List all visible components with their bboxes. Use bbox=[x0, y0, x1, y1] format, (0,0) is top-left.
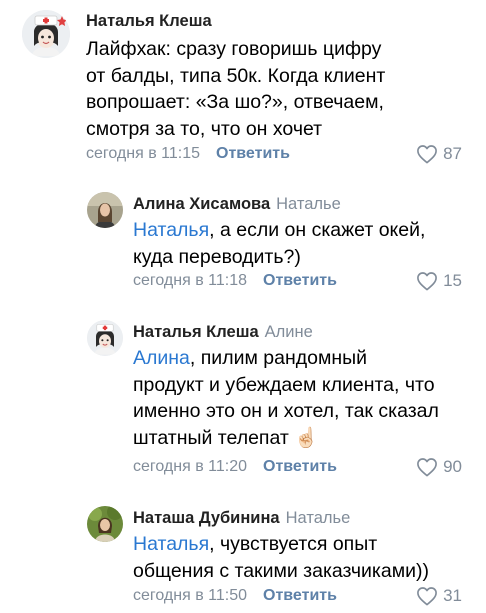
like-count: 90 bbox=[443, 457, 462, 476]
author-line: Наталья Клеша bbox=[86, 12, 212, 31]
author-name[interactable]: Наталья Клеша bbox=[86, 12, 212, 30]
comment-text: Наталья, чувствуется опыт общения с таки… bbox=[133, 531, 429, 584]
timestamp[interactable]: сегодня в 11:18 bbox=[133, 272, 247, 290]
mention-link[interactable]: Наталья bbox=[133, 533, 209, 555]
text-line: вопрошает: «За шо?», отвечаем, bbox=[86, 91, 384, 113]
comment-meta: сегодня в 11:18 Ответить bbox=[133, 272, 337, 290]
reply-button[interactable]: Ответить bbox=[263, 587, 337, 605]
author-line: Наташа Дубинина Наталье bbox=[133, 509, 350, 528]
reply-button[interactable]: Ответить bbox=[263, 272, 337, 290]
comment-text: Алина, пилим рандомный продукт и убеждае… bbox=[133, 345, 439, 451]
like-button[interactable]: 87 bbox=[416, 144, 462, 164]
nurse-avatar-icon bbox=[87, 320, 123, 356]
like-button[interactable]: 15 bbox=[416, 271, 462, 291]
heart-icon bbox=[417, 458, 437, 477]
comment-text: Наталья, а если он скажет окей, куда пер… bbox=[133, 217, 425, 270]
text-line: от балды, типа 50к. Когда клиент bbox=[86, 64, 386, 87]
avatar[interactable] bbox=[87, 320, 123, 356]
avatar[interactable] bbox=[87, 506, 123, 542]
author-name[interactable]: Наталья Клеша bbox=[133, 323, 259, 341]
comment-meta: сегодня в 11:15 Ответить bbox=[86, 145, 290, 163]
author-name[interactable]: Наташа Дубинина bbox=[133, 509, 280, 527]
like-count: 15 bbox=[443, 271, 462, 290]
text-line: смотря за то, что он хочет bbox=[86, 117, 323, 140]
user-photo-icon bbox=[87, 506, 123, 542]
comment-meta: сегодня в 11:50 Ответить bbox=[133, 587, 337, 605]
text-line: Лайфхак: сразу говоришь цифру bbox=[86, 38, 382, 60]
author-line: Алина Хисамова Наталье bbox=[133, 195, 341, 214]
mention-link[interactable]: Алина bbox=[133, 347, 190, 369]
text-line: Алина, пилим рандомный bbox=[133, 347, 368, 369]
timestamp[interactable]: сегодня в 11:50 bbox=[133, 587, 247, 605]
avatar[interactable] bbox=[22, 10, 70, 58]
reply-button[interactable]: Ответить bbox=[263, 458, 337, 476]
nurse-avatar-icon bbox=[22, 10, 70, 58]
mention-link[interactable]: Наталья bbox=[133, 219, 209, 241]
user-photo-icon bbox=[87, 192, 123, 228]
reply-to-name[interactable]: Алине bbox=[265, 323, 313, 341]
avatar[interactable] bbox=[87, 192, 123, 228]
text-line: Наталья, чувствуется опыт bbox=[133, 533, 378, 555]
heart-icon bbox=[417, 145, 437, 164]
reply-to-name[interactable]: Наталье bbox=[276, 195, 341, 213]
timestamp[interactable]: сегодня в 11:15 bbox=[86, 145, 200, 163]
like-count: 31 bbox=[443, 586, 462, 605]
like-button[interactable]: 90 bbox=[416, 457, 462, 477]
comment-meta: сегодня в 11:20 Ответить bbox=[133, 458, 337, 476]
text-line: продукт и убеждаем клиента, что bbox=[133, 373, 435, 396]
author-line: Наталья Клеша Алине bbox=[133, 323, 313, 342]
author-name[interactable]: Алина Хисамова bbox=[133, 195, 270, 213]
text-line: куда переводить?) bbox=[133, 245, 301, 268]
text-line: Наталья, а если он скажет окей, bbox=[133, 219, 426, 241]
reply-to-name[interactable]: Наталье bbox=[286, 509, 351, 527]
pointing-up-emoji: ☝🏻 bbox=[294, 426, 319, 449]
heart-icon bbox=[417, 272, 437, 291]
comment-text: Лайфхак: сразу говоришь цифру от балды, … bbox=[86, 36, 385, 142]
text-line: штатный телепат ☝🏻 bbox=[133, 426, 319, 449]
text-line: общения с такими заказчиками)) bbox=[133, 559, 429, 582]
like-button[interactable]: 31 bbox=[416, 586, 462, 606]
reply-button[interactable]: Ответить bbox=[216, 145, 290, 163]
heart-icon bbox=[417, 587, 437, 606]
timestamp[interactable]: сегодня в 11:20 bbox=[133, 458, 247, 476]
like-count: 87 bbox=[443, 144, 462, 163]
text-line: именно это он и хотел, так сказал bbox=[133, 400, 439, 422]
